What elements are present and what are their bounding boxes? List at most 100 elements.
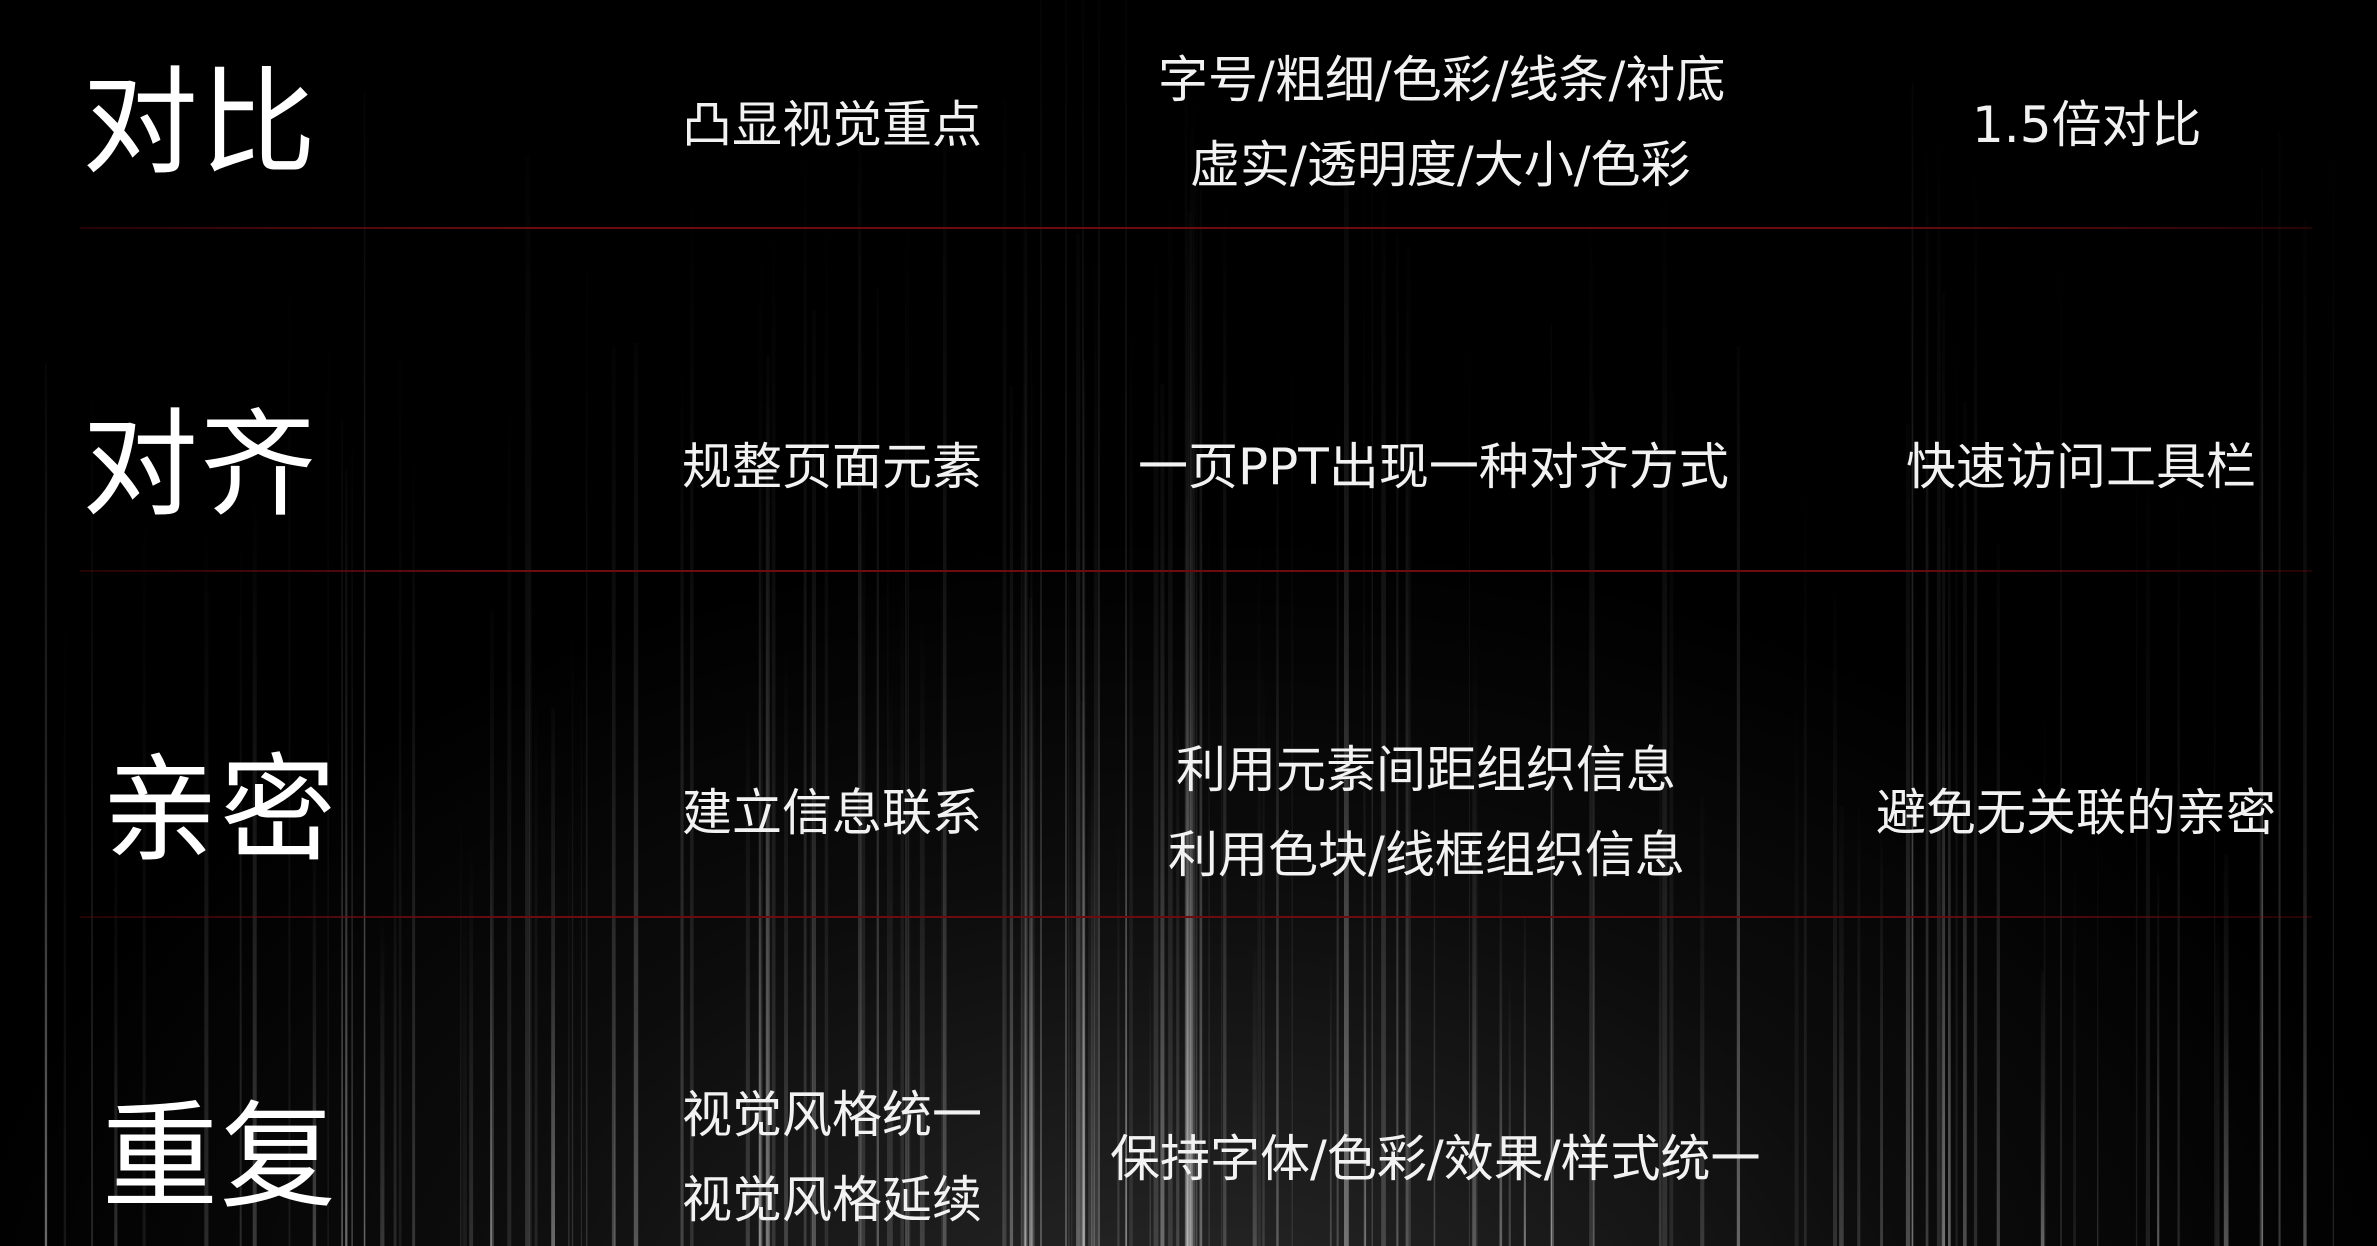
light-streak	[943, 136, 947, 1246]
light-streak	[1032, 671, 1035, 1246]
light-streak	[1803, 475, 1807, 1246]
row-divider	[80, 916, 2312, 918]
light-streak	[1189, 871, 1191, 1246]
light-streak	[1381, 167, 1386, 1246]
light-streak	[1068, 404, 1070, 1246]
light-streak	[1040, 0, 1042, 1246]
light-streak	[1948, 527, 1951, 1246]
light-streak	[1149, 955, 1151, 1246]
light-streak	[1592, 390, 1595, 1246]
light-streak	[1880, 817, 1883, 1246]
light-streak	[1076, 233, 1081, 1246]
row-purpose-line-2: 视觉风格延续	[682, 1171, 982, 1229]
light-streak	[1129, 309, 1133, 1246]
light-streak	[1589, 202, 1593, 1246]
light-streak	[1153, 250, 1159, 1246]
light-streak	[614, 925, 616, 1246]
row-method-line-1: 字号/粗细/色彩/线条/衬底	[1158, 51, 1726, 109]
light-streak	[462, 886, 467, 1246]
light-streak	[633, 343, 639, 1246]
row-purpose: 建立信息联系	[682, 784, 982, 842]
light-streak	[1344, 160, 1349, 1246]
light-streak	[1020, 378, 1023, 1246]
light-streak	[1080, 701, 1085, 1246]
light-streak	[1833, 593, 1837, 1246]
light-streak	[2303, 865, 2307, 1246]
light-streak	[1188, 211, 1192, 1246]
light-streak	[1091, 743, 1095, 1246]
light-streak	[363, 91, 366, 1246]
light-streak	[1996, 543, 2000, 1246]
light-streak	[1199, 188, 1203, 1246]
light-streak	[1396, 233, 1399, 1246]
light-streak	[1002, 698, 1004, 1246]
row-method-line-1: 利用元素间距组织信息	[1176, 741, 1676, 799]
light-streak	[412, 453, 416, 1246]
light-streak	[341, 420, 343, 1246]
light-streak	[398, 280, 402, 1246]
light-streak	[1190, 94, 1195, 1246]
row-heading: 亲密	[102, 743, 338, 878]
row-method-line-2: 利用色块/线框组织信息	[1168, 826, 1685, 884]
light-streak	[1093, 240, 1099, 1246]
light-streak	[1794, 698, 1799, 1246]
light-streak	[1662, 183, 1668, 1246]
light-streak	[1160, 384, 1165, 1246]
light-streak	[2278, 132, 2281, 1246]
light-streaks-background	[44, 0, 2334, 1246]
light-streak	[1098, 0, 1100, 1246]
light-streak	[803, 139, 807, 1246]
light-streak	[1195, 171, 1198, 1246]
light-streak	[490, 840, 492, 1246]
light-streak	[1223, 191, 1227, 1246]
light-streak	[1857, 798, 1861, 1246]
light-streak	[1023, 959, 1027, 1246]
light-streak	[1009, 386, 1014, 1246]
light-streak	[571, 610, 574, 1246]
light-streak	[1185, 183, 1190, 1246]
light-streak	[507, 393, 512, 1246]
light-streak	[1071, 547, 1073, 1246]
light-streak	[2177, 474, 2180, 1246]
light-streak	[490, 609, 494, 1246]
light-streak	[1371, 84, 1373, 1246]
light-streak	[525, 154, 530, 1246]
light-streak	[1911, 82, 1914, 1246]
light-streak	[393, 761, 397, 1246]
light-streak	[1168, 176, 1173, 1246]
light-streak	[44, 363, 48, 1246]
light-streak	[1973, 156, 1978, 1246]
light-streak	[1499, 866, 1503, 1246]
row-purpose-line-1: 视觉风格统一	[682, 1086, 982, 1144]
light-streak	[2157, 874, 2160, 1246]
light-streak	[888, 671, 893, 1246]
light-streak	[900, 570, 904, 1246]
light-streak	[2060, 247, 2062, 1246]
light-streak	[1002, 99, 1007, 1246]
light-streak	[534, 670, 538, 1246]
row-purpose: 规整页面元素	[682, 438, 982, 496]
row-tip: 快速访问工具栏	[1906, 438, 2256, 496]
light-streak	[1082, 0, 1084, 1246]
light-streak	[1221, 371, 1223, 1246]
light-streak	[1023, 151, 1026, 1246]
row-tip: 避免无关联的亲密	[1876, 784, 2276, 842]
light-streak	[1083, 360, 1086, 1246]
light-streak	[1028, 597, 1033, 1246]
row-method-line-1: 一页PPT出现一种对齐方式	[1138, 438, 1729, 496]
light-streak	[529, 181, 532, 1246]
light-streak	[580, 641, 582, 1246]
light-streak	[1030, 346, 1033, 1246]
light-streak	[858, 83, 862, 1246]
light-streak	[1942, 292, 1946, 1246]
light-streak	[1336, 403, 1339, 1246]
row-tip: 1.5倍对比	[1972, 96, 2202, 154]
row-heading: 重复	[102, 1090, 338, 1225]
row-heading: 对齐	[82, 398, 318, 533]
light-streak	[469, 846, 474, 1246]
light-streak	[1088, 784, 1093, 1246]
row-heading: 对比	[82, 56, 318, 191]
light-streak	[1329, 947, 1332, 1246]
light-streak	[1523, 917, 1526, 1246]
light-streak	[380, 912, 385, 1246]
